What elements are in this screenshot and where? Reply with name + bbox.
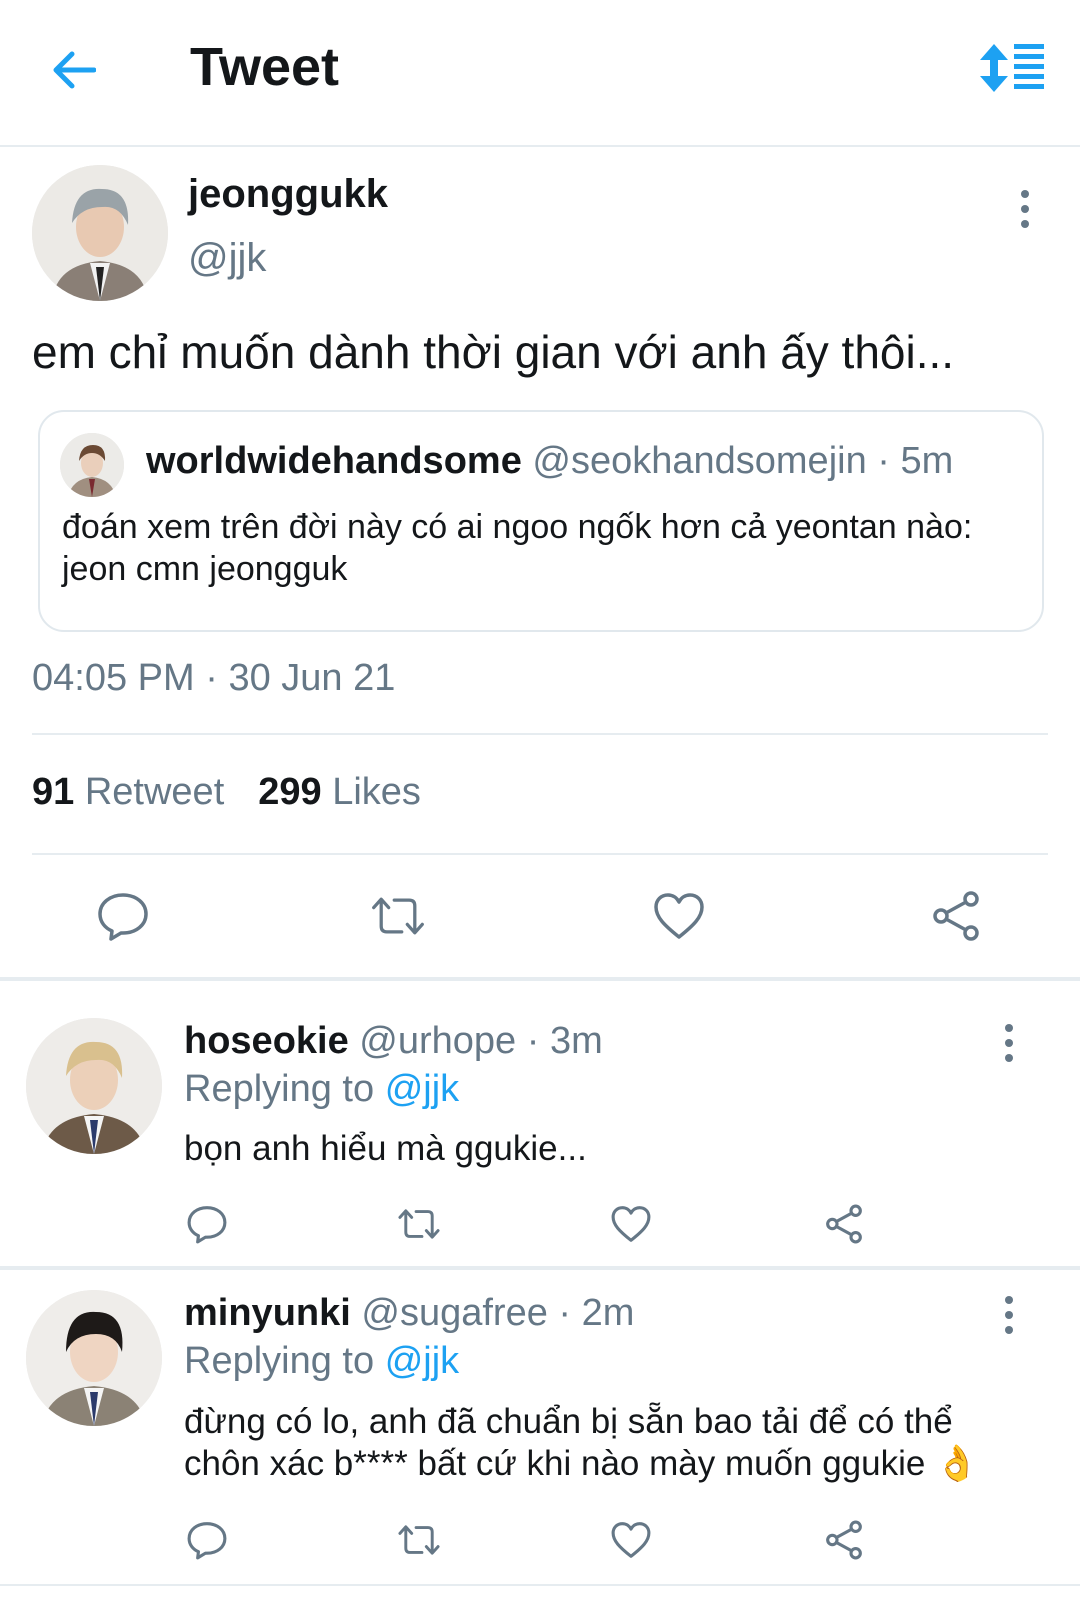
author-name[interactable]: jeonggukk <box>188 172 388 217</box>
replying-to-handle[interactable]: @jjk <box>385 1340 459 1382</box>
more-dot-icon <box>1005 1296 1013 1304</box>
reply-author-avatar[interactable] <box>26 1018 162 1154</box>
reply-icon <box>98 893 148 941</box>
more-dot-icon <box>1005 1326 1013 1334</box>
more-options-button[interactable] <box>994 1290 1024 1340</box>
more-dot-icon <box>1005 1024 1013 1032</box>
sort-list-icon <box>980 44 1044 92</box>
like-button[interactable] <box>651 888 707 944</box>
share-button[interactable] <box>822 1202 866 1246</box>
divider <box>0 1584 1080 1586</box>
quoted-author-avatar <box>60 433 124 497</box>
quoted-author-name: worldwidehandsome <box>146 440 522 482</box>
page-title: Tweet <box>190 37 340 97</box>
more-options-button[interactable] <box>1010 184 1040 234</box>
more-dot-icon <box>1021 220 1029 228</box>
back-button[interactable] <box>44 40 104 100</box>
quoted-tweet-time: 5m <box>900 440 954 482</box>
more-dot-icon <box>1005 1039 1013 1047</box>
reply-author-name[interactable]: minyunki <box>184 1292 351 1334</box>
reply-text: đừng có lo, anh đã chuẩn bị sẵn bao tải … <box>184 1402 979 1483</box>
reply-button[interactable] <box>95 888 151 944</box>
quoted-tweet-header: worldwidehandsome @seokhandsomejin · 5m <box>146 440 953 483</box>
reply-author-handle[interactable]: @urhope <box>359 1020 516 1062</box>
tweet-stats: 91 Retweet 299 Likes <box>32 771 421 814</box>
reply-author-handle[interactable]: @sugafree <box>361 1292 547 1334</box>
separator-dot: · <box>205 657 218 699</box>
more-dot-icon <box>1021 190 1029 198</box>
heart-icon <box>611 1522 651 1558</box>
tweet-time: 04:05 PM <box>32 657 195 699</box>
share-icon <box>933 891 979 941</box>
divider <box>32 853 1048 855</box>
top-app-bar <box>0 0 1080 147</box>
reply-header: hoseokie @urhope · 3m <box>184 1020 603 1063</box>
retweets-count: 91 <box>32 771 75 813</box>
replying-to: Replying to @jjk <box>184 1340 459 1383</box>
section-divider <box>0 977 1080 981</box>
separator-dot: · <box>526 1020 540 1062</box>
share-button[interactable] <box>928 888 984 944</box>
sort-button[interactable] <box>978 40 1048 100</box>
quoted-tweet-text: đoán xem trên đời này có ai ngoo ngốk hơ… <box>62 508 973 588</box>
replying-to-handle[interactable]: @jjk <box>385 1068 459 1110</box>
tweet-timestamp: 04:05 PM · 30 Jun 21 <box>32 657 395 700</box>
share-icon <box>826 1204 862 1244</box>
retweets-stat[interactable]: 91 Retweet <box>32 771 224 813</box>
divider <box>32 733 1048 735</box>
reply-text: bọn anh hiểu mà ggukie... <box>184 1129 587 1168</box>
reply-time: 2m <box>581 1292 635 1334</box>
section-divider <box>0 1266 1080 1270</box>
reply-time: 3m <box>549 1020 603 1062</box>
separator-dot: · <box>877 440 890 482</box>
reply-author-name[interactable]: hoseokie <box>184 1020 349 1062</box>
reply-author-avatar[interactable] <box>26 1290 162 1426</box>
author-handle[interactable]: @jjk <box>188 236 266 281</box>
share-button[interactable] <box>822 1518 866 1562</box>
reply-header: minyunki @sugafree · 2m <box>184 1292 634 1335</box>
likes-stat[interactable]: 299 Likes <box>258 771 421 813</box>
quoted-author-handle: @seokhandsomejin <box>532 440 867 482</box>
share-icon <box>826 1520 862 1560</box>
retweet-icon <box>372 897 424 935</box>
replying-to-label: Replying to <box>184 1068 375 1110</box>
reply-button[interactable] <box>185 1518 229 1562</box>
author-avatar[interactable] <box>32 165 168 301</box>
more-options-button[interactable] <box>994 1018 1024 1068</box>
tweet-date: 30 Jun 21 <box>228 657 396 699</box>
retweet-button[interactable] <box>370 888 426 944</box>
arrow-left-icon <box>53 51 96 89</box>
separator-dot: · <box>558 1292 572 1334</box>
replying-to-label: Replying to <box>184 1340 375 1382</box>
more-dot-icon <box>1005 1054 1013 1062</box>
heart-icon <box>611 1206 651 1242</box>
retweet-button[interactable] <box>397 1202 441 1246</box>
reply-icon <box>187 1206 227 1244</box>
tweet-text: em chỉ muốn dành thời gian với anh ấy th… <box>32 326 955 378</box>
like-button[interactable] <box>609 1518 653 1562</box>
retweet-icon <box>398 1525 440 1555</box>
like-button[interactable] <box>609 1202 653 1246</box>
more-dot-icon <box>1021 205 1029 213</box>
likes-label: Likes <box>332 771 421 813</box>
replying-to: Replying to @jjk <box>184 1068 459 1111</box>
retweets-label: Retweet <box>84 771 225 813</box>
heart-icon <box>654 893 704 939</box>
retweet-icon <box>398 1209 440 1239</box>
reply-button[interactable] <box>185 1202 229 1246</box>
retweet-button[interactable] <box>397 1518 441 1562</box>
likes-count: 299 <box>258 771 322 813</box>
more-dot-icon <box>1005 1311 1013 1319</box>
reply-icon <box>187 1522 227 1560</box>
